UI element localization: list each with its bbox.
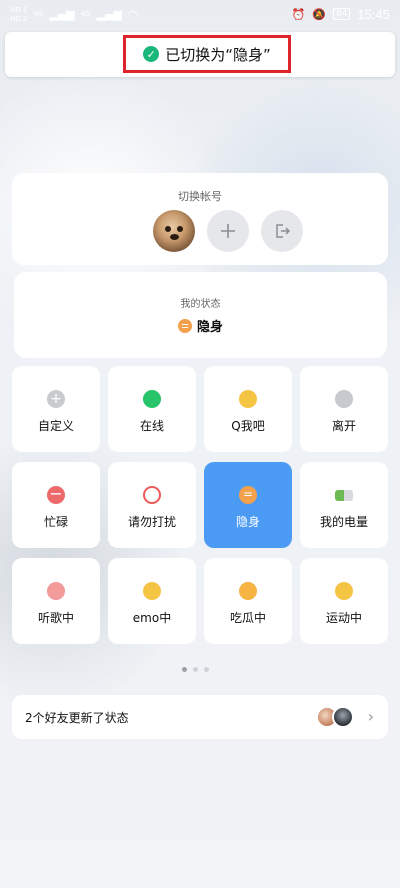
- no-entry-icon: [143, 486, 161, 504]
- status-tile[interactable]: 听歌中: [12, 558, 100, 644]
- my-status-title: 我的状态: [180, 299, 221, 310]
- status-tile[interactable]: emo中: [108, 558, 196, 644]
- status-tile[interactable]: + 自定义: [12, 366, 100, 452]
- smile-emoji-icon: [239, 390, 257, 408]
- logout-icon: [276, 224, 290, 238]
- switch-account-card: 切换帐号: [12, 173, 388, 265]
- network1-label: 4G: [33, 10, 44, 18]
- sport-emoji-icon: [335, 582, 353, 600]
- minus-icon: −: [47, 486, 65, 504]
- clock: 15:45: [357, 6, 390, 22]
- my-status-label: 隐身: [196, 320, 223, 335]
- online-dot-icon: [143, 390, 161, 408]
- status-tile-label: Q我吧: [231, 419, 265, 433]
- clock-icon: [335, 390, 353, 408]
- check-icon: ✓: [143, 46, 160, 62]
- friends-status-bar[interactable]: 2个好友更新了状态 ›: [12, 695, 388, 739]
- account-avatar[interactable]: [153, 210, 195, 252]
- signal-icon: ▂▄▆: [49, 7, 75, 21]
- alarm-icon: ⏰: [291, 7, 306, 21]
- signal2-icon: ▂▄▆: [96, 7, 122, 21]
- page-indicator: [182, 667, 209, 672]
- status-tile[interactable]: 吃瓜中: [204, 558, 292, 644]
- friend-avatar: [332, 706, 354, 728]
- page-dot: [204, 667, 209, 672]
- status-tile[interactable]: 我的电量: [300, 462, 388, 548]
- switch-account-title: 切换帐号: [178, 190, 222, 203]
- status-tile-label: 请勿打扰: [127, 515, 176, 529]
- status-tile-label: 隐身: [235, 515, 260, 529]
- my-status-card[interactable]: 我的状态 隐身: [14, 272, 387, 358]
- status-tile-label: 吃瓜中: [229, 611, 266, 625]
- battery-icon: [335, 490, 353, 501]
- status-tile[interactable]: Q我吧: [204, 366, 292, 452]
- plus-icon: +: [47, 390, 65, 408]
- status-tile[interactable]: 在线: [108, 366, 196, 452]
- invisible-status-icon: [177, 318, 192, 333]
- network2-label: 4G: [80, 10, 91, 18]
- switch-toast: ✓ 已切换为“隐身”: [5, 32, 395, 77]
- friends-status-text: 2个好友更新了状态: [25, 711, 129, 725]
- status-tile-label: 自定义: [37, 419, 74, 433]
- status-tile[interactable]: − 忙碌: [12, 462, 100, 548]
- equals-icon: =: [239, 486, 257, 504]
- status-bar: HD 1 HD 2 4G ▂▄▆ 4G ▂▄▆ ◠ ⏰ 🔕 84 15:45: [0, 0, 400, 28]
- status-tile[interactable]: = 隐身: [204, 462, 292, 548]
- status-tile[interactable]: 请勿打扰: [108, 462, 196, 548]
- eating-emoji-icon: [239, 582, 257, 600]
- toast-highlight-box: ✓ 已切换为“隐身”: [123, 35, 291, 73]
- toast-text: 已切换为“隐身”: [165, 45, 271, 64]
- sim1-label: HD 1: [10, 5, 28, 14]
- mute-icon: 🔕: [312, 7, 326, 21]
- status-tile-label: 运动中: [325, 611, 362, 625]
- battery-indicator: 84: [333, 8, 351, 20]
- status-tile-label: 听歌中: [37, 611, 74, 625]
- status-tile[interactable]: 离开: [300, 366, 388, 452]
- page-dot: [182, 667, 187, 672]
- page-dot: [193, 667, 198, 672]
- status-tile-label: 忙碌: [43, 515, 68, 529]
- my-status-value: 隐身: [14, 316, 387, 335]
- logout-button[interactable]: [261, 210, 303, 252]
- status-tile-label: 离开: [331, 419, 356, 433]
- plus-icon: [221, 224, 235, 238]
- status-tile-label: 在线: [139, 419, 164, 433]
- emo-face-icon: [143, 582, 161, 600]
- headphones-emoji-icon: [47, 582, 65, 600]
- sim2-label: HD 2: [10, 14, 28, 23]
- chevron-right-icon: ›: [367, 707, 374, 726]
- wifi-icon: ◠: [127, 7, 138, 21]
- status-tile-label: 我的电量: [319, 515, 368, 529]
- add-account-button[interactable]: [207, 210, 249, 252]
- status-tile[interactable]: 运动中: [300, 558, 388, 644]
- status-tile-label: emo中: [132, 611, 172, 625]
